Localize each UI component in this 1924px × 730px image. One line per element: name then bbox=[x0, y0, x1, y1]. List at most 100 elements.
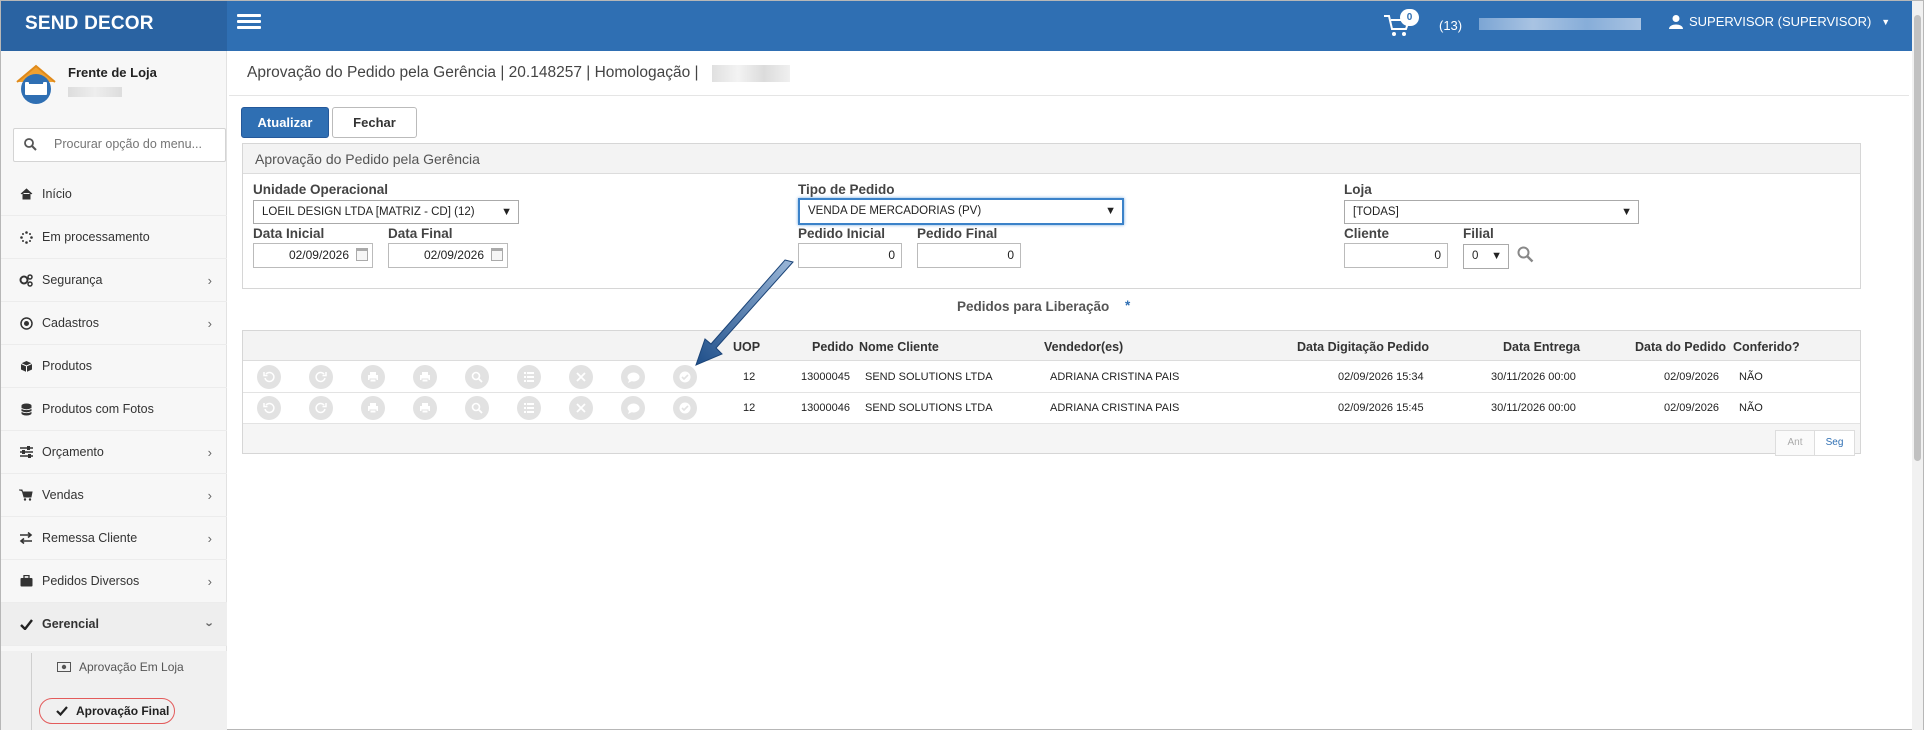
end-date-input[interactable]: 02/09/2026 bbox=[388, 243, 508, 268]
sidebar-item-label: Gerencial bbox=[42, 617, 99, 631]
sidebar-item-cadastros[interactable]: Cadastros › bbox=[1, 302, 227, 345]
cart-icon bbox=[19, 488, 33, 502]
pager-next-button[interactable]: Seg bbox=[1814, 430, 1855, 456]
print-alt-icon[interactable] bbox=[413, 396, 437, 420]
brand-logo[interactable]: SEND DECOR bbox=[1, 1, 227, 51]
sidebar-item-pedidos-diversos[interactable]: Pedidos Diversos › bbox=[1, 560, 227, 603]
update-button[interactable]: Atualizar bbox=[241, 107, 329, 138]
sidebar-item-em-processamento[interactable]: Em processamento bbox=[1, 216, 227, 259]
store-name: Frente de Loja bbox=[68, 65, 157, 80]
order-type-select[interactable]: VENDA DE MERCADORIAS (PV) ▼ bbox=[798, 198, 1124, 225]
chevron-right-icon: › bbox=[207, 272, 212, 288]
col-data-pedido[interactable]: Data do Pedido bbox=[1635, 340, 1726, 354]
store-label: Loja bbox=[1344, 182, 1372, 197]
sidebar-item-label: Pedidos Diversos bbox=[42, 574, 140, 588]
list-icon[interactable] bbox=[517, 365, 541, 389]
search-icon[interactable] bbox=[1517, 246, 1534, 263]
close-button[interactable]: Fechar bbox=[332, 107, 417, 138]
submenu-item-aprovacao-final[interactable]: Aprovação Final bbox=[39, 698, 175, 724]
sidebar-item-label: Produtos bbox=[42, 359, 93, 373]
notification-count[interactable]: (13) bbox=[1439, 18, 1462, 33]
cell-uop: 12 bbox=[743, 371, 756, 383]
sidebar-item-remessa-cliente[interactable]: Remessa Cliente › bbox=[1, 517, 227, 560]
refresh-icon[interactable] bbox=[309, 365, 333, 389]
branch-select[interactable]: 0 ▼ bbox=[1463, 244, 1509, 269]
col-uop[interactable]: UOP bbox=[733, 340, 760, 354]
money-icon bbox=[57, 662, 71, 672]
chevron-right-icon: › bbox=[207, 315, 212, 331]
submenu-item-aprovacao-em-loja[interactable]: Aprovação Em Loja bbox=[57, 660, 184, 674]
approve-check-icon[interactable] bbox=[673, 396, 697, 420]
cell-vendedor: ADRIANA CRISTINA PAIS bbox=[1050, 402, 1180, 414]
submenu-line bbox=[31, 653, 32, 730]
sidebar-item-produtos[interactable]: Produtos bbox=[1, 345, 227, 388]
list-icon[interactable] bbox=[517, 396, 541, 420]
undo-icon[interactable] bbox=[257, 396, 281, 420]
menu-search-box[interactable] bbox=[13, 128, 226, 162]
submenu-label: Aprovação Final bbox=[76, 704, 170, 718]
end-order-input[interactable]: 0 bbox=[917, 243, 1021, 268]
store-select[interactable]: [TODAS] ▼ bbox=[1344, 200, 1639, 224]
start-date-input[interactable]: 02/09/2026 bbox=[253, 243, 373, 268]
menu-search-input[interactable] bbox=[54, 137, 222, 151]
sidebar-item-gerencial[interactable]: Gerencial › bbox=[1, 603, 227, 646]
pager-bar bbox=[243, 424, 1860, 453]
col-pedido[interactable]: Pedido bbox=[812, 340, 854, 354]
scrollbar-thumb[interactable] bbox=[1914, 15, 1921, 461]
undo-icon[interactable] bbox=[257, 365, 281, 389]
sidebar-item-vendas[interactable]: Vendas › bbox=[1, 474, 227, 517]
table-row[interactable]: 12 13000045 SEND SOLUTIONS LTDA ADRIANA … bbox=[243, 362, 1860, 393]
sidebar-item-label: Remessa Cliente bbox=[42, 531, 138, 545]
start-date-value: 02/09/2026 bbox=[288, 248, 349, 262]
comment-icon[interactable] bbox=[621, 365, 645, 389]
branch-label: Filial bbox=[1463, 226, 1494, 241]
cell-data-pedido: 02/09/2026 bbox=[1664, 402, 1720, 414]
refresh-icon[interactable] bbox=[309, 396, 333, 420]
print-icon[interactable] bbox=[361, 365, 385, 389]
col-vendedores[interactable]: Vendedor(es) bbox=[1044, 340, 1123, 354]
divider bbox=[229, 95, 1909, 96]
store-select-value: [TODAS] bbox=[1353, 206, 1399, 218]
sidebar-item-seguranca[interactable]: Segurança › bbox=[1, 259, 227, 302]
magnifier-icon[interactable] bbox=[465, 365, 489, 389]
redacted-store-info bbox=[68, 87, 122, 97]
page-title: Aprovação do Pedido pela Gerência | 20.1… bbox=[247, 64, 699, 81]
sidebar-item-inicio[interactable]: Início bbox=[1, 173, 227, 216]
cart-count-badge: 0 bbox=[1400, 9, 1419, 26]
check-icon bbox=[19, 617, 33, 631]
col-conferido[interactable]: Conferido? bbox=[1733, 340, 1800, 354]
table-row[interactable]: 12 13000046 SEND SOLUTIONS LTDA ADRIANA … bbox=[243, 393, 1860, 424]
hamburger-menu-icon[interactable] bbox=[237, 14, 261, 32]
sidebar-item-label: Cadastros bbox=[42, 316, 99, 330]
comment-icon[interactable] bbox=[621, 396, 645, 420]
print-alt-icon[interactable] bbox=[413, 365, 437, 389]
sidebar-item-label: Vendas bbox=[42, 488, 84, 502]
print-icon[interactable] bbox=[361, 396, 385, 420]
sidebar-item-orcamento[interactable]: Orçamento › bbox=[1, 431, 227, 474]
client-input[interactable]: 0 bbox=[1344, 243, 1448, 268]
sidebar-item-label: Produtos com Fotos bbox=[42, 402, 154, 416]
pager-prev-button[interactable]: Ant bbox=[1775, 430, 1815, 456]
unit-select[interactable]: LOEIL DESIGN LTDA [MATRIZ - CD] (12) ▼ bbox=[253, 200, 519, 224]
col-nome-cliente[interactable]: Nome Cliente bbox=[859, 340, 939, 354]
box-icon bbox=[19, 359, 33, 373]
sidebar-item-produtos-com-fotos[interactable]: Produtos com Fotos bbox=[1, 388, 227, 431]
approve-check-icon[interactable] bbox=[673, 365, 697, 389]
cell-cliente: SEND SOLUTIONS LTDA bbox=[865, 402, 993, 414]
col-data-entrega[interactable]: Data Entrega bbox=[1503, 340, 1580, 354]
calendar-icon[interactable] bbox=[491, 248, 503, 261]
target-icon bbox=[19, 316, 33, 330]
start-order-input[interactable]: 0 bbox=[798, 243, 902, 268]
chevron-right-icon: › bbox=[207, 573, 212, 589]
calendar-icon[interactable] bbox=[356, 248, 368, 261]
end-date-value: 02/09/2026 bbox=[423, 248, 484, 262]
col-data-digitacao[interactable]: Data Digitação Pedido bbox=[1297, 340, 1429, 354]
redacted-title-info bbox=[712, 65, 790, 82]
user-menu[interactable]: SUPERVISOR (SUPERVISOR) ▼ bbox=[1669, 14, 1890, 29]
cancel-icon[interactable] bbox=[569, 365, 593, 389]
magnifier-icon[interactable] bbox=[465, 396, 489, 420]
sidebar-item-label: Segurança bbox=[42, 273, 103, 287]
chevron-right-icon: › bbox=[207, 530, 212, 546]
cancel-icon[interactable] bbox=[569, 396, 593, 420]
cell-conferido: NÃO bbox=[1739, 371, 1763, 383]
